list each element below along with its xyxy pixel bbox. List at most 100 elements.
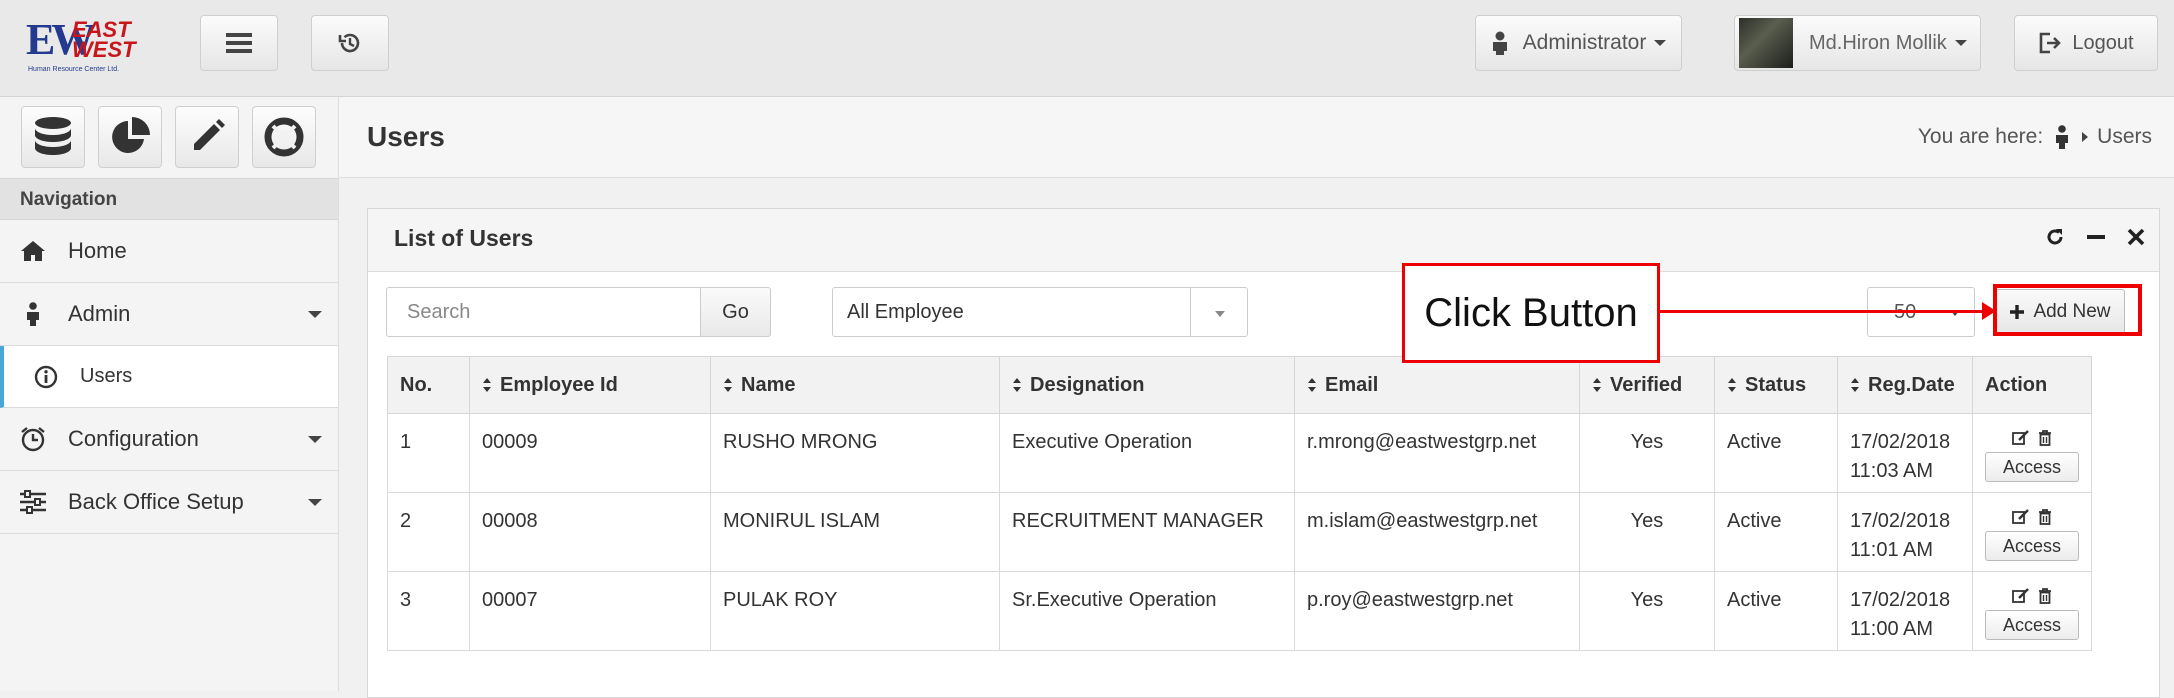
sidebar-item-back-office-setup[interactable]: Back Office Setup	[0, 471, 338, 534]
chevron-down-icon	[1654, 40, 1667, 46]
cell-no: 3	[387, 571, 470, 651]
reg-date: 17/02/2018	[1850, 431, 1951, 453]
edit-icon[interactable]	[2012, 588, 2030, 604]
database-shortcut-button[interactable]	[21, 106, 85, 168]
role-dropdown[interactable]: Administrator	[1475, 15, 1682, 71]
sidebar-item-configuration[interactable]: Configuration	[0, 408, 338, 471]
employee-filter-select[interactable]: All Employee	[832, 287, 1248, 337]
access-button[interactable]: Access	[1985, 531, 2079, 561]
cell-action: Access	[1972, 492, 2092, 572]
table-row: 2 00008 MONIRUL ISLAM RECRUITMENT MANAGE…	[387, 492, 2092, 572]
add-new-highlight-box	[1993, 284, 2142, 336]
edit-icon[interactable]	[2012, 509, 2030, 525]
reg-date: 17/02/2018	[1850, 510, 1951, 532]
sidebar-item-label: Admin	[68, 301, 131, 326]
cell-employee-id: 00008	[469, 492, 711, 572]
sidebar-item-admin[interactable]: Admin	[0, 283, 338, 346]
logout-icon	[2040, 32, 2062, 54]
cell-designation: Sr.Executive Operation	[999, 571, 1295, 651]
cell-no: 2	[387, 492, 470, 572]
panel-tools	[2045, 227, 2145, 247]
callout-arrow-line	[1660, 310, 1982, 313]
reg-date: 17/02/2018	[1850, 589, 1951, 611]
hamburger-icon	[226, 33, 252, 53]
table-row: 3 00007 PULAK ROY Sr.Executive Operation…	[387, 571, 2092, 651]
refresh-icon[interactable]	[2045, 227, 2065, 247]
cell-name: PULAK ROY	[710, 571, 1000, 651]
panel-header: List of Users	[368, 209, 2159, 272]
cell-no: 1	[387, 413, 470, 493]
avatar	[1739, 18, 1793, 68]
sidebar-item-label: Back Office Setup	[68, 489, 244, 514]
column-header-designation[interactable]: Designation	[999, 356, 1295, 414]
cell-designation: RECRUITMENT MANAGER	[999, 492, 1295, 572]
chevron-down-icon	[308, 499, 322, 506]
user-icon	[18, 302, 48, 326]
page-title: Users	[367, 121, 445, 152]
cell-reg-date: 17/02/2018 11:01 AM	[1837, 492, 1973, 572]
breadcrumb-prefix: You are here:	[1917, 125, 2044, 148]
cell-email: p.roy@eastwestgrp.net	[1294, 571, 1580, 651]
reg-time: 11:00 AM	[1850, 618, 1934, 640]
column-label: Reg.Date	[1868, 373, 1955, 396]
table-header-row: No. Employee Id Name Designation Email V…	[387, 356, 2092, 414]
column-label: Status	[1745, 373, 1807, 396]
user-icon[interactable]	[2055, 125, 2069, 149]
trash-icon[interactable]	[2038, 588, 2052, 604]
sort-icon	[724, 378, 732, 393]
column-header-status[interactable]: Status	[1714, 356, 1838, 414]
column-label: Employee Id	[500, 373, 618, 396]
column-label: Designation	[1030, 373, 1145, 396]
click-button-callout: Click Button	[1402, 263, 1660, 363]
go-button[interactable]: Go	[701, 287, 771, 337]
action-icons	[1985, 430, 2079, 446]
company-logo[interactable]: EW EAST WEST Human Resource Center Ltd.	[26, 14, 138, 76]
cell-name: MONIRUL ISLAM	[710, 492, 1000, 572]
chevron-down-icon	[1954, 40, 1967, 46]
column-header-email[interactable]: Email	[1294, 356, 1580, 414]
trash-icon[interactable]	[2038, 509, 2052, 525]
access-button[interactable]: Access	[1985, 452, 2079, 482]
cell-action: Access	[1972, 413, 2092, 493]
access-button[interactable]: Access	[1985, 610, 2079, 640]
sidebar-item-label: Users	[80, 365, 133, 387]
support-shortcut-button[interactable]	[252, 106, 316, 168]
user-icon	[1492, 31, 1507, 55]
user-profile-dropdown[interactable]: Md.Hiron Mollik	[1734, 15, 1981, 71]
column-header-employee-id[interactable]: Employee Id	[469, 356, 711, 414]
edit-icon[interactable]	[2012, 430, 2030, 446]
column-header-name[interactable]: Name	[710, 356, 1000, 414]
chevron-down-icon	[308, 311, 322, 318]
role-label: Administrator	[1522, 31, 1647, 54]
sidebar-item-home[interactable]: Home	[0, 220, 338, 283]
action-icons	[1985, 588, 2079, 604]
minimize-icon[interactable]	[2087, 227, 2105, 247]
edit-shortcut-button[interactable]	[175, 106, 239, 168]
pencil-icon	[194, 119, 225, 150]
chart-shortcut-button[interactable]	[98, 106, 162, 168]
column-header-no: No.	[387, 356, 470, 414]
panel-title: List of Users	[394, 225, 534, 251]
cell-email: r.mrong@eastwestgrp.net	[1294, 413, 1580, 493]
cell-verified: Yes	[1579, 492, 1715, 572]
column-header-verified[interactable]: Verified	[1579, 356, 1715, 414]
column-header-reg-date[interactable]: Reg.Date	[1837, 356, 1973, 414]
close-icon[interactable]	[2127, 228, 2145, 246]
user-name: Md.Hiron Mollik	[1809, 31, 1947, 54]
cell-employee-id: 00009	[469, 413, 711, 493]
search-input[interactable]	[386, 287, 701, 337]
cell-status: Active	[1714, 571, 1838, 651]
table-row: 1 00009 RUSHO MRONG Executive Operation …	[387, 413, 2092, 493]
trash-icon[interactable]	[2038, 430, 2052, 446]
chevron-down-icon	[308, 436, 322, 443]
history-button[interactable]	[311, 15, 389, 71]
sort-icon	[1851, 378, 1859, 393]
sort-icon	[1728, 378, 1736, 393]
sidebar-item-users[interactable]: Users	[0, 346, 338, 408]
cell-designation: Executive Operation	[999, 413, 1295, 493]
sliders-icon	[18, 490, 48, 514]
logout-button[interactable]: Logout	[2014, 15, 2158, 71]
sidebar-navigation: Navigation Home Admin Users Configuratio…	[0, 178, 339, 691]
search-group: Go	[386, 287, 771, 337]
menu-toggle-button[interactable]	[200, 15, 278, 71]
